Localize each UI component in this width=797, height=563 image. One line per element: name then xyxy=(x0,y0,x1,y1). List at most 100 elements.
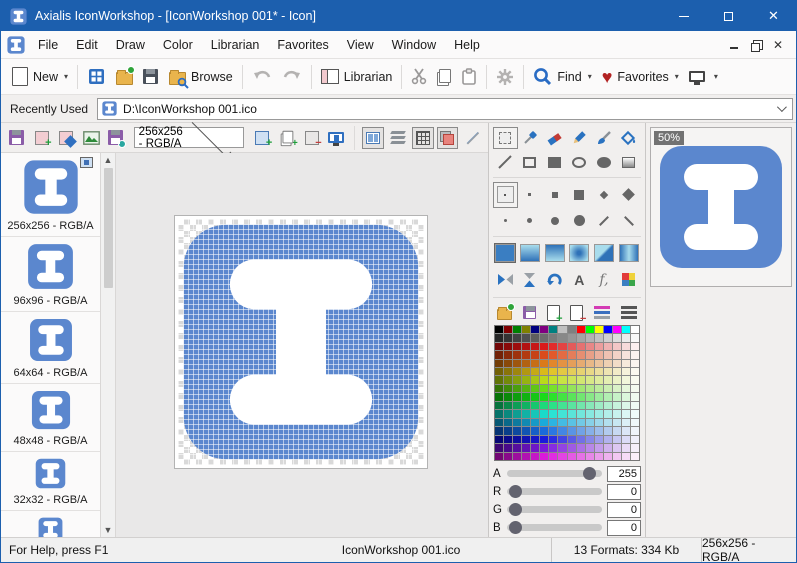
palette-color[interactable] xyxy=(513,393,521,400)
palette-color[interactable] xyxy=(568,360,576,367)
combobox-chevron-icon[interactable] xyxy=(777,102,787,112)
palette-color[interactable] xyxy=(631,393,639,400)
palette-color[interactable] xyxy=(586,326,594,333)
palette-color[interactable] xyxy=(586,351,594,358)
effects-tool[interactable]: f, xyxy=(592,267,617,293)
format-item[interactable]: 64x64 - RGB/A xyxy=(1,312,100,384)
format-item[interactable]: 96x96 - RGB/A xyxy=(1,237,100,312)
palette-color[interactable] xyxy=(595,334,603,341)
palette-color[interactable] xyxy=(540,453,548,460)
palette-color[interactable] xyxy=(513,385,521,392)
palette-color[interactable] xyxy=(631,385,639,392)
palette-color[interactable] xyxy=(549,453,557,460)
palette-color[interactable] xyxy=(558,368,566,375)
palette-color[interactable] xyxy=(631,410,639,417)
palette-color[interactable] xyxy=(504,427,512,434)
palette-color[interactable] xyxy=(622,402,630,409)
palette-color[interactable] xyxy=(613,419,621,426)
brush-shape-small-circle[interactable] xyxy=(518,210,543,232)
palette-color[interactable] xyxy=(595,326,603,333)
pencil-tool[interactable] xyxy=(567,127,592,149)
palette-color[interactable] xyxy=(495,427,503,434)
text-tool[interactable]: A xyxy=(567,267,592,293)
palette-color[interactable] xyxy=(558,436,566,443)
palette-color[interactable] xyxy=(522,385,530,392)
slider-handle[interactable] xyxy=(583,467,596,480)
new-project-button[interactable] xyxy=(82,64,110,90)
dual-pane-button[interactable] xyxy=(362,127,384,149)
palette-color[interactable] xyxy=(613,351,621,358)
scroll-down-icon[interactable]: ▼ xyxy=(104,525,113,535)
palette-color[interactable] xyxy=(604,368,612,375)
palette-color[interactable] xyxy=(568,402,576,409)
save-button[interactable] xyxy=(138,65,163,88)
palette-color[interactable] xyxy=(595,343,603,350)
palette-color[interactable] xyxy=(504,385,512,392)
palette-color[interactable] xyxy=(622,385,630,392)
palette-color[interactable] xyxy=(531,410,539,417)
remove-format-button[interactable]: − xyxy=(301,127,323,149)
palette-color[interactable] xyxy=(586,453,594,460)
format-item[interactable]: 32x32 - RGB/A xyxy=(1,452,100,511)
palette-color[interactable] xyxy=(504,402,512,409)
brush-size-small-square[interactable] xyxy=(542,182,567,208)
fill-tool[interactable] xyxy=(616,127,641,149)
slider-value[interactable]: 0 xyxy=(607,520,641,536)
palette-color[interactable] xyxy=(531,402,539,409)
scrollbar-thumb[interactable] xyxy=(104,168,113,288)
palette-color[interactable] xyxy=(577,436,585,443)
brush-shape-medium-circle[interactable] xyxy=(542,210,567,232)
palette-color[interactable] xyxy=(540,368,548,375)
palette-color[interactable] xyxy=(613,385,621,392)
palette-color[interactable] xyxy=(577,343,585,350)
palette-color[interactable] xyxy=(613,334,621,341)
palette-color[interactable] xyxy=(631,419,639,426)
save-palette-button[interactable] xyxy=(523,306,536,319)
brush-shape-medium-diamond[interactable] xyxy=(616,182,641,208)
palette-color[interactable] xyxy=(622,410,630,417)
palette-color[interactable] xyxy=(540,326,548,333)
palette-color[interactable] xyxy=(513,419,521,426)
palette-color[interactable] xyxy=(586,334,594,341)
slider-handle[interactable] xyxy=(509,503,522,516)
palette-color[interactable] xyxy=(504,376,512,383)
palette-color[interactable] xyxy=(549,385,557,392)
palette-color[interactable] xyxy=(513,376,521,383)
color-picker-tool[interactable] xyxy=(518,127,543,149)
palette-color[interactable] xyxy=(568,385,576,392)
palette-color[interactable] xyxy=(495,368,503,375)
palette-color[interactable] xyxy=(495,334,503,341)
slider-handle[interactable] xyxy=(509,485,522,498)
mdi-minimize-button[interactable] xyxy=(724,35,744,55)
palette-color[interactable] xyxy=(622,351,630,358)
title-bar[interactable]: Axialis IconWorkshop - [IconWorkshop 001… xyxy=(1,1,796,31)
palette-color[interactable] xyxy=(531,368,539,375)
palette-color[interactable] xyxy=(513,402,521,409)
palette-color[interactable] xyxy=(568,436,576,443)
grid-button[interactable] xyxy=(412,127,434,149)
brush-size-medium-square[interactable] xyxy=(567,182,592,208)
palette-color[interactable] xyxy=(540,385,548,392)
palette-color[interactable] xyxy=(568,343,576,350)
palette-color[interactable] xyxy=(558,444,566,451)
palette-color[interactable] xyxy=(558,334,566,341)
palette-color[interactable] xyxy=(531,393,539,400)
palette-color[interactable] xyxy=(513,444,521,451)
palette-color[interactable] xyxy=(595,436,603,443)
palette-color[interactable] xyxy=(622,419,630,426)
opacity-button[interactable] xyxy=(461,127,483,149)
palette-color[interactable] xyxy=(586,360,594,367)
menu-color[interactable]: Color xyxy=(154,33,202,57)
palette-color[interactable] xyxy=(604,436,612,443)
palette-color[interactable] xyxy=(549,436,557,443)
fill-style-gradient-2[interactable] xyxy=(542,241,567,265)
browse-button[interactable]: Browse xyxy=(163,64,238,90)
palette-color[interactable] xyxy=(522,410,530,417)
palette-color[interactable] xyxy=(595,368,603,375)
palette-color[interactable] xyxy=(631,402,639,409)
palette-color[interactable] xyxy=(586,402,594,409)
palette-color[interactable] xyxy=(495,393,503,400)
slider-track[interactable] xyxy=(507,524,602,531)
palette-color[interactable] xyxy=(522,334,530,341)
palette-color[interactable] xyxy=(631,368,639,375)
